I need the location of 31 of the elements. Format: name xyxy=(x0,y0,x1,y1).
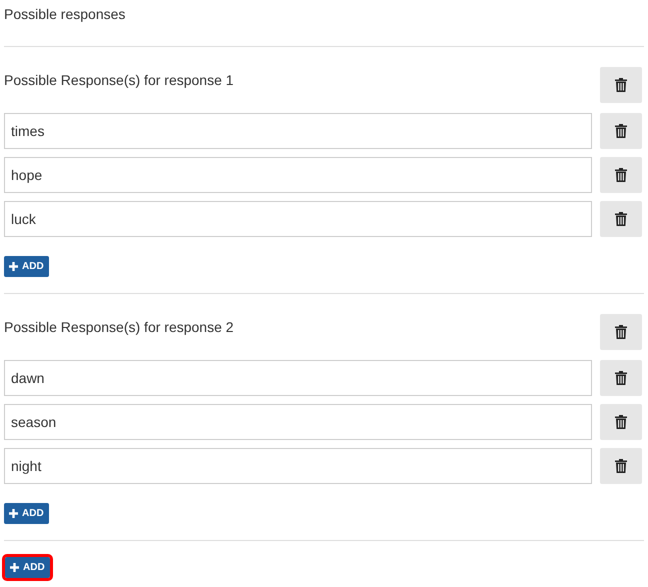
trash-icon xyxy=(615,325,627,339)
trash-icon xyxy=(615,78,627,92)
delete-button[interactable] xyxy=(600,360,642,396)
delete-button[interactable] xyxy=(600,67,642,103)
trash-icon xyxy=(615,415,627,429)
add-button[interactable]: ADD xyxy=(5,557,50,578)
input-field[interactable]: times xyxy=(4,113,592,149)
trash-icon xyxy=(615,212,627,226)
section-title: Possible responses xyxy=(4,5,126,24)
input-field[interactable]: season xyxy=(4,404,592,440)
plus-icon xyxy=(9,262,18,271)
delete-button[interactable] xyxy=(600,201,642,237)
trash-icon xyxy=(615,168,627,182)
plus-icon xyxy=(9,509,18,518)
trash-icon xyxy=(615,371,627,385)
input-field[interactable]: dawn xyxy=(4,360,592,396)
delete-button[interactable] xyxy=(600,404,642,440)
trash-icon xyxy=(615,124,627,138)
group-heading: Possible Response(s) for response 1 xyxy=(4,71,234,90)
delete-button[interactable] xyxy=(600,448,642,484)
input-field[interactable]: luck xyxy=(4,201,592,237)
add-button[interactable]: ADD xyxy=(4,503,49,524)
delete-button[interactable] xyxy=(600,113,642,149)
delete-button[interactable] xyxy=(600,157,642,193)
input-field[interactable]: hope xyxy=(4,157,592,193)
plus-icon xyxy=(10,563,19,572)
trash-icon xyxy=(615,459,627,473)
add-button[interactable]: ADD xyxy=(4,256,49,277)
group-heading: Possible Response(s) for response 2 xyxy=(4,318,234,337)
input-field[interactable]: night xyxy=(4,448,592,484)
delete-button[interactable] xyxy=(600,314,642,350)
